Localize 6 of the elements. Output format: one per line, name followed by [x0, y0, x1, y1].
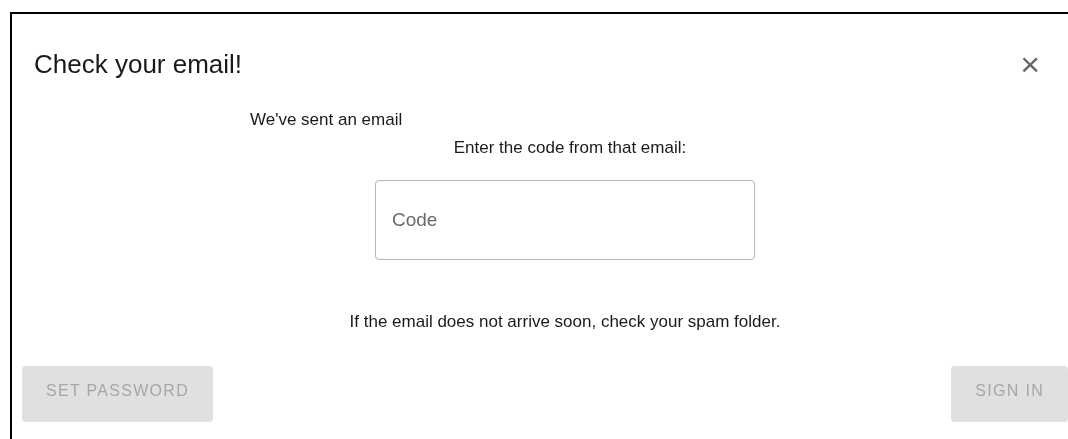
- dialog-title: Check your email!: [34, 48, 243, 80]
- sent-text: We've sent an email: [250, 110, 403, 130]
- close-button[interactable]: ×: [1016, 47, 1044, 81]
- instruction-text: Enter the code from that email:: [452, 138, 687, 158]
- code-field[interactable]: Code: [375, 180, 755, 260]
- spam-hint: If the email does not arrive soon, check your spam folder.: [348, 312, 781, 332]
